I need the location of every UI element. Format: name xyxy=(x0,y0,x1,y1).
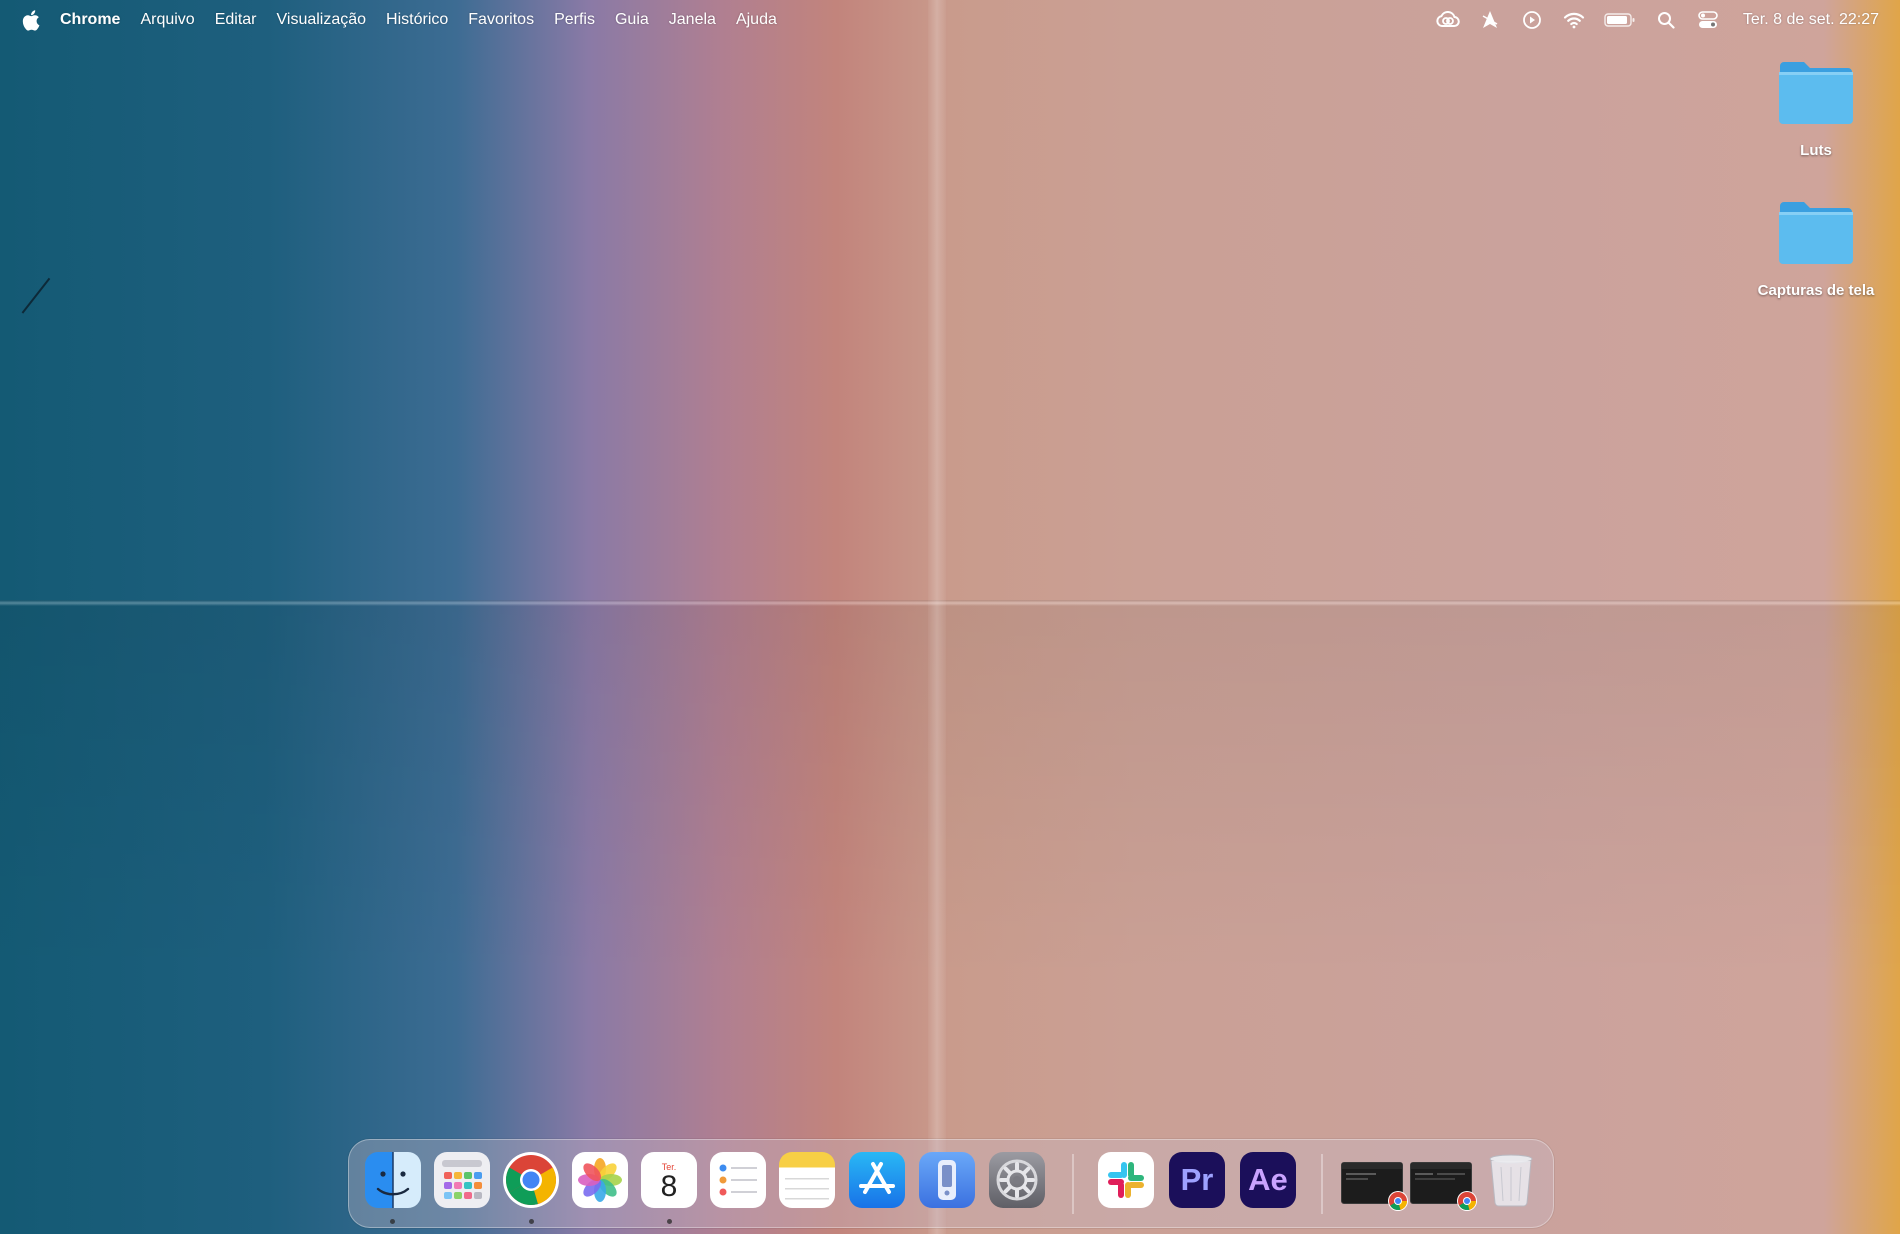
battery-icon[interactable] xyxy=(1603,8,1637,32)
desktop-wallpaper: Chrome Arquivo Editar Visualização Histó… xyxy=(0,0,1900,1234)
premiere-pro-icon[interactable]: Pr xyxy=(1169,1152,1225,1208)
menu-app-name[interactable]: Chrome xyxy=(60,11,120,29)
menu-bar-status-area: Ter. 8 de set. 22:27 xyxy=(1419,0,1879,40)
minimized-chrome-window-1[interactable] xyxy=(1341,1162,1408,1211)
slack-icon[interactable] xyxy=(1098,1152,1154,1208)
menu-bar: Chrome Arquivo Editar Visualização Histó… xyxy=(0,0,1900,40)
notes-icon[interactable] xyxy=(779,1152,835,1208)
spotlight-search-icon[interactable] xyxy=(1653,8,1679,32)
menu-editar[interactable]: Editar xyxy=(215,11,257,29)
minimized-chrome-window-2[interactable] xyxy=(1410,1162,1477,1211)
gear-icon[interactable] xyxy=(989,1152,1045,1208)
desktop-folder-capturas-de-tela[interactable]: Capturas de tela xyxy=(1746,200,1886,299)
reminders-icon[interactable] xyxy=(710,1152,766,1208)
menu-favoritos[interactable]: Favoritos xyxy=(468,11,534,29)
launchpad-icon[interactable] xyxy=(434,1152,490,1208)
dock: Ter. 8 Pr Ae xyxy=(348,1139,1554,1228)
play-circle-icon[interactable] xyxy=(1519,8,1545,32)
running-indicator xyxy=(390,1219,395,1224)
dock-separator xyxy=(1072,1154,1074,1214)
folder-icon xyxy=(1776,60,1856,128)
wallpaper-scratch xyxy=(21,277,51,314)
menu-bar-clock[interactable]: Ter. 8 de set. 22:27 xyxy=(1743,11,1879,29)
apple-logo-icon[interactable] xyxy=(20,8,42,32)
running-indicator xyxy=(667,1219,672,1224)
wallpaper-fold-vertical xyxy=(928,0,946,1234)
trash-icon[interactable] xyxy=(1483,1152,1539,1208)
chrome-badge-icon xyxy=(1388,1191,1408,1211)
menu-historico[interactable]: Histórico xyxy=(386,11,448,29)
finder-icon[interactable] xyxy=(365,1152,421,1208)
photos-icon[interactable] xyxy=(572,1152,628,1208)
wallpaper-fold-horizontal xyxy=(0,600,1900,606)
after-effects-icon[interactable]: Ae xyxy=(1240,1152,1296,1208)
menu-visualizacao[interactable]: Visualização xyxy=(277,11,367,29)
folder-icon xyxy=(1776,200,1856,268)
chrome-badge-icon xyxy=(1457,1191,1477,1211)
chrome-icon[interactable] xyxy=(503,1152,559,1208)
folder-label: Capturas de tela xyxy=(1757,282,1875,299)
folder-label: Luts xyxy=(1800,142,1832,159)
location-arrow-icon[interactable] xyxy=(1477,8,1503,32)
running-indicator xyxy=(529,1219,534,1224)
creative-cloud-icon[interactable] xyxy=(1435,8,1461,32)
calendar-date: 8 xyxy=(660,1169,678,1203)
wifi-icon[interactable] xyxy=(1561,8,1587,32)
menu-perfis[interactable]: Perfis xyxy=(554,11,595,29)
menu-janela[interactable]: Janela xyxy=(669,11,716,29)
calendar-icon[interactable]: Ter. 8 xyxy=(641,1152,697,1208)
control-center-icon[interactable] xyxy=(1695,8,1721,32)
dock-separator xyxy=(1321,1154,1323,1214)
menu-guia[interactable]: Guia xyxy=(615,11,649,29)
menu-arquivo[interactable]: Arquivo xyxy=(140,11,194,29)
app-store-icon[interactable] xyxy=(849,1152,905,1208)
menu-ajuda[interactable]: Ajuda xyxy=(736,11,777,29)
remote-app-icon[interactable] xyxy=(919,1152,975,1208)
desktop-folder-luts[interactable]: Luts xyxy=(1746,60,1886,159)
